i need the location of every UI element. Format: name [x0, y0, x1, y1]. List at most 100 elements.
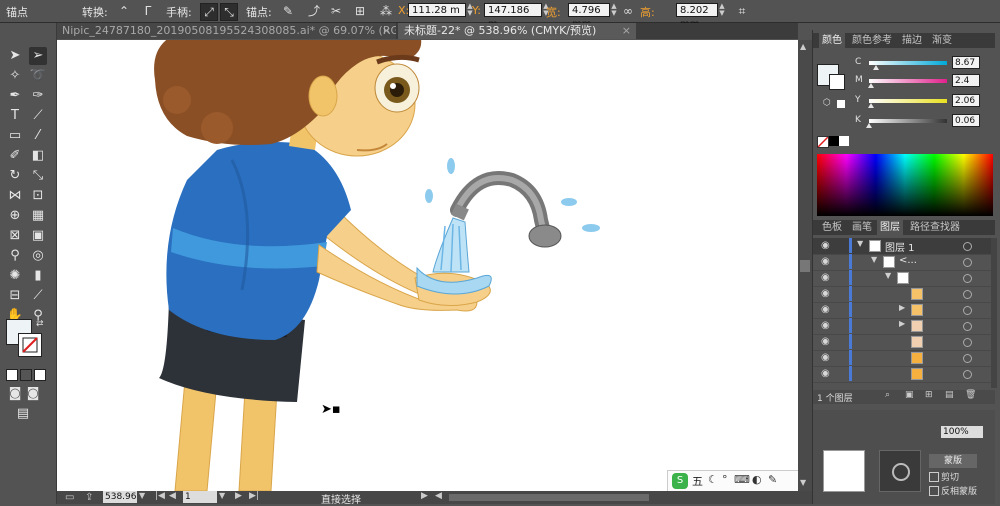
layer-row[interactable]: ◉: [813, 366, 995, 383]
expand-triangle-icon[interactable]: ▼: [885, 271, 891, 280]
line-tool-icon[interactable]: ⟋: [29, 107, 47, 125]
gradient-tool-icon[interactable]: ▣: [29, 227, 47, 245]
scissors-icon[interactable]: ✂: [328, 3, 344, 19]
layer-row[interactable]: ◉ ▼: [813, 270, 995, 287]
layer-target-icon[interactable]: [963, 306, 972, 315]
artboard-icon[interactable]: ▭: [65, 492, 74, 503]
stroke-swatch[interactable]: [18, 333, 42, 357]
visibility-eye-icon[interactable]: ◉: [821, 272, 830, 283]
layer-target-icon[interactable]: [963, 258, 972, 267]
clip-checkbox[interactable]: [929, 472, 939, 482]
object-thumbnail[interactable]: [823, 450, 865, 492]
blend-tool-icon[interactable]: ◎: [29, 247, 47, 265]
draw-normal-icon[interactable]: ◙: [6, 385, 24, 403]
shape-builder-tool-icon[interactable]: ⊕: [6, 207, 24, 225]
channel-value-field[interactable]: 2.06: [952, 94, 980, 107]
none-color-icon[interactable]: [817, 136, 829, 148]
black-swatch[interactable]: [829, 136, 839, 146]
visibility-eye-icon[interactable]: ◉: [821, 288, 830, 299]
type-tool-icon[interactable]: T: [6, 107, 24, 125]
channel-value-field[interactable]: 2.4: [952, 74, 980, 87]
visibility-eye-icon[interactable]: ◉: [821, 256, 830, 267]
cut-path-icon[interactable]: ⤴: [306, 3, 322, 19]
tab-pathfinder[interactable]: 路径查找器: [907, 220, 963, 235]
layer-target-icon[interactable]: [963, 354, 972, 363]
layer-target-icon[interactable]: [963, 242, 972, 251]
visibility-eye-icon[interactable]: ◉: [821, 336, 830, 347]
scroll-up-icon[interactable]: ▲: [800, 42, 806, 51]
punctuation-icon[interactable]: °: [722, 473, 728, 486]
hide-handles-icon[interactable]: ⤡: [220, 3, 238, 21]
expand-triangle-icon[interactable]: ▼: [857, 239, 863, 248]
tools-icon[interactable]: ✎: [768, 473, 777, 486]
layer-target-icon[interactable]: [963, 290, 972, 299]
rotate-tool-icon[interactable]: ↻: [6, 167, 24, 185]
width-spinner[interactable]: ▲ ▼: [610, 3, 618, 17]
tab-brushes[interactable]: 画笔: [849, 220, 875, 235]
next-artboard-icon[interactable]: ▶: [235, 491, 242, 501]
layer-row[interactable]: ◉ ▼ 图层 1: [813, 238, 995, 255]
artboard-number-field[interactable]: 1: [183, 491, 217, 503]
magic-wand-tool-icon[interactable]: ✧: [6, 67, 24, 85]
visibility-eye-icon[interactable]: ◉: [821, 368, 830, 379]
align-grid-icon[interactable]: ⊞: [352, 3, 368, 19]
column-graph-tool-icon[interactable]: ▮: [29, 267, 47, 285]
mesh-tool-icon[interactable]: ⊠: [6, 227, 24, 245]
perspective-grid-tool-icon[interactable]: ▦: [29, 207, 47, 225]
visibility-eye-icon[interactable]: ◉: [821, 304, 830, 315]
paintbrush-tool-icon[interactable]: ⁄: [29, 127, 47, 145]
tab-color-guide[interactable]: 颜色参考: [849, 33, 895, 48]
gradient-mode-icon[interactable]: [20, 369, 32, 381]
tab-stroke[interactable]: 描边: [899, 33, 925, 48]
skin-icon[interactable]: ◐: [752, 473, 762, 486]
layer-row[interactable]: ◉: [813, 350, 995, 367]
expand-triangle-icon[interactable]: ▼: [871, 255, 877, 264]
height-spinner[interactable]: ▲ ▼: [718, 3, 726, 17]
horizontal-scroll-thumb[interactable]: [449, 494, 649, 501]
new-sublayer-icon[interactable]: ⊞: [925, 390, 933, 400]
free-transform-tool-icon[interactable]: ⊡: [29, 187, 47, 205]
scroll-thumb[interactable]: [800, 260, 810, 272]
tab-gradient[interactable]: 渐变: [929, 33, 955, 48]
channel-slider-track[interactable]: [869, 61, 947, 65]
visibility-eye-icon[interactable]: ◉: [821, 352, 830, 363]
artboard-dropdown-icon[interactable]: ▼: [219, 491, 225, 500]
tab-document-1[interactable]: Nipic_24787180_20190508195524308085.ai* …: [56, 23, 396, 39]
locate-object-icon[interactable]: ⌕: [885, 390, 890, 400]
slice-tool-icon[interactable]: ⟋: [29, 287, 47, 305]
layers-scrollbar[interactable]: [991, 238, 997, 388]
layer-row[interactable]: ◉: [813, 286, 995, 303]
channel-slider-thumb[interactable]: [866, 123, 872, 128]
first-artboard-icon[interactable]: |◀: [155, 491, 165, 501]
swap-colors-icon[interactable]: ⇄: [36, 319, 44, 329]
convert-corner-icon[interactable]: ⌃: [116, 3, 132, 19]
screen-mode-icon[interactable]: ▤: [14, 405, 32, 423]
color-mode-icon[interactable]: [6, 369, 18, 381]
remove-anchor-icon[interactable]: ✎: [280, 3, 296, 19]
artboard-tool-icon[interactable]: ⊟: [6, 287, 24, 305]
layer-target-icon[interactable]: [963, 370, 972, 379]
direct-selection-tool-icon[interactable]: ➢: [29, 47, 47, 65]
prev-artboard-icon[interactable]: ◀: [169, 491, 176, 501]
moon-icon[interactable]: ☾: [708, 473, 718, 486]
tab-swatches[interactable]: 色板: [819, 220, 845, 235]
last-artboard-icon[interactable]: ▶|: [249, 491, 259, 501]
channel-value-field[interactable]: 0.06: [952, 114, 980, 127]
layer-target-icon[interactable]: [963, 322, 972, 331]
layer-row[interactable]: ◉: [813, 334, 995, 351]
white-swatch[interactable]: [839, 136, 849, 146]
invert-mask-checkbox[interactable]: [929, 486, 939, 496]
hscroll-left-icon[interactable]: ◀: [435, 491, 442, 501]
tab-layers[interactable]: 图层: [877, 220, 903, 235]
channel-slider-thumb[interactable]: [867, 103, 874, 108]
expand-triangle-icon[interactable]: ▶: [899, 303, 905, 312]
clipping-mask-icon[interactable]: ▣: [905, 390, 914, 400]
layer-target-icon[interactable]: [963, 274, 972, 283]
channel-slider-thumb[interactable]: [867, 83, 874, 88]
channel-slider-track[interactable]: [869, 79, 947, 83]
height-field[interactable]: 8.202 mm: [676, 3, 718, 30]
visibility-eye-icon[interactable]: ◉: [821, 240, 830, 251]
layer-row[interactable]: ◉ ▶: [813, 318, 995, 335]
transform-icon[interactable]: ⌗: [734, 3, 750, 19]
layer-row[interactable]: ◉ ▼ <...: [813, 254, 995, 271]
